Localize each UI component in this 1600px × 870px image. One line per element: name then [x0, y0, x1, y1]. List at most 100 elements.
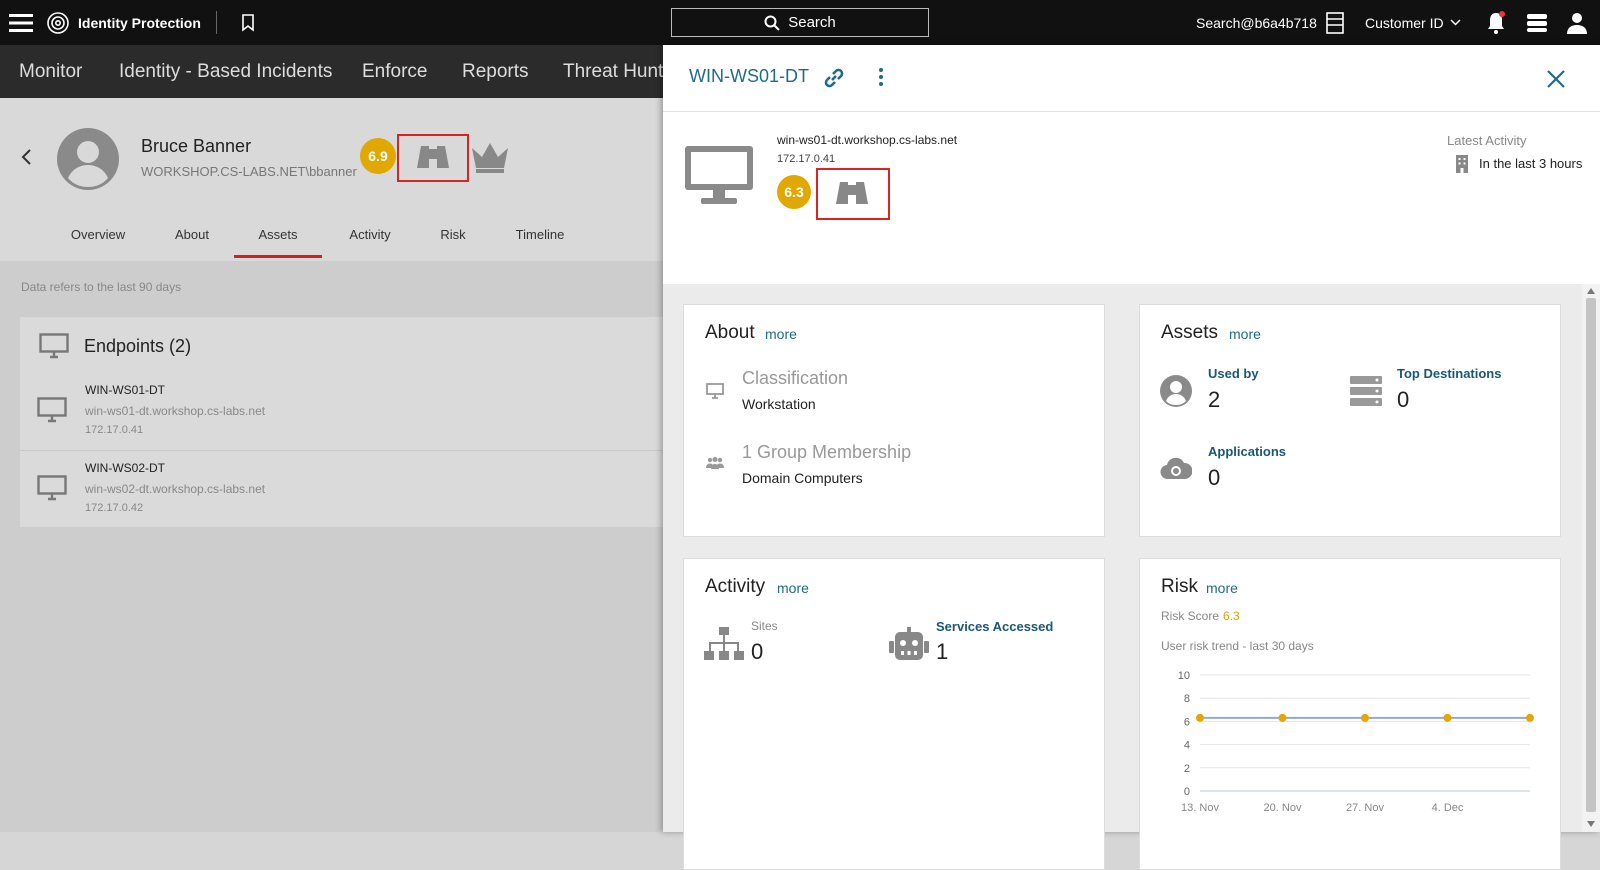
activity-card: Activity more Sites 0 Services Accessed … — [683, 558, 1105, 870]
endpoints-card: Endpoints (2) WIN-WS01-DT win-ws01-dt.wo… — [20, 317, 665, 527]
server-icon[interactable] — [1326, 0, 1344, 45]
sites-value: 0 — [751, 639, 764, 664]
risk-score-row: Risk Score 6.3 — [1161, 609, 1240, 623]
x-tick-label: 4. Dec — [1432, 802, 1464, 814]
nav-enforce[interactable]: Enforce — [362, 45, 427, 98]
search-button[interactable]: Search — [671, 8, 929, 37]
activity-more-link[interactable]: more — [777, 580, 809, 596]
assets-more-link[interactable]: more — [1229, 326, 1261, 342]
data-point — [1526, 713, 1534, 722]
tab-risk[interactable]: Risk — [430, 226, 476, 258]
server-stack-icon — [1350, 376, 1382, 406]
risk-more-link[interactable]: more — [1206, 580, 1238, 596]
risk-trend-chart: 0 2 4 6 8 10 13. Nov 20. Nov 27. Nov 4. Dec — [1178, 670, 1534, 814]
about-more-link[interactable]: more — [765, 326, 797, 342]
y-tick-label: 0 — [1184, 786, 1190, 798]
user-account-label[interactable]: Search@b6a4b718 — [1196, 0, 1317, 45]
fingerprint-logo-icon — [46, 0, 70, 45]
about-card: About more Classification Workstation 1 … — [683, 304, 1105, 537]
used-by-value: 2 — [1208, 387, 1221, 412]
list-item[interactable]: WIN-WS01-DT win-ws01-dt.workshop.cs-labs… — [20, 373, 665, 451]
y-tick-label: 6 — [1184, 716, 1190, 728]
panel-header: WIN-WS01-DT — [663, 45, 1600, 112]
endpoint-name: WIN-WS01-DT — [85, 383, 165, 397]
group-icon — [706, 457, 724, 469]
data-point — [1443, 713, 1452, 722]
endpoint-fqdn: win-ws01-dt.workshop.cs-labs.net — [777, 133, 958, 147]
panel-scrollbar[interactable] — [1582, 284, 1600, 832]
top-destinations-label[interactable]: Top Destinations — [1397, 366, 1501, 381]
services-accessed-label[interactable]: Services Accessed — [936, 619, 1053, 634]
scrollbar-thumb[interactable] — [1586, 298, 1596, 812]
monitor-icon — [706, 383, 724, 399]
chevron-down-icon — [1450, 19, 1461, 26]
more-vertical-icon[interactable] — [878, 67, 884, 87]
binoculars-icon[interactable] — [835, 178, 869, 208]
stack-icon[interactable] — [1526, 0, 1548, 45]
robot-icon — [889, 627, 929, 661]
bookmark-icon[interactable] — [241, 0, 255, 45]
sites-label: Sites — [751, 619, 778, 633]
nav-reports[interactable]: Reports — [462, 45, 529, 98]
monitor-icon — [37, 475, 67, 501]
tab-timeline[interactable]: Timeline — [510, 226, 570, 258]
risk-score-label: Risk Score — [1161, 609, 1220, 623]
search-icon — [764, 15, 780, 31]
y-tick-label: 4 — [1184, 740, 1190, 752]
crown-icon — [470, 140, 510, 174]
scroll-up-icon[interactable] — [1587, 288, 1595, 294]
x-tick-label: 13. Nov — [1181, 802, 1219, 814]
sitemap-icon — [704, 627, 744, 661]
group-membership-label: 1 Group Membership — [742, 442, 912, 462]
cloud-gear-icon — [1160, 455, 1192, 481]
bell-icon[interactable] — [1485, 0, 1507, 45]
user-circle-icon — [1160, 375, 1192, 407]
monitor-icon — [37, 397, 67, 423]
endpoint-ip: 172.17.0.41 — [85, 424, 144, 436]
latest-activity-label: Latest Activity — [1447, 133, 1527, 148]
profile-header: Bruce Banner WORKSHOP.CS-LABS.NET\bbanne… — [0, 98, 665, 261]
nav-monitor[interactable]: Monitor — [19, 45, 82, 98]
group-membership-value: Domain Computers — [742, 470, 863, 486]
monitor-icon — [39, 333, 69, 359]
data-note: Data refers to the last 90 days — [21, 280, 182, 294]
profile-name: Bruce Banner — [141, 136, 252, 156]
customer-id-dropdown[interactable]: Customer ID — [1365, 0, 1461, 45]
customer-id-label: Customer ID — [1365, 14, 1444, 31]
hamburger-menu-icon[interactable] — [9, 0, 33, 45]
activity-title: Activity — [705, 576, 766, 597]
risk-score-value: 6.3 — [1223, 609, 1240, 623]
tab-about[interactable]: About — [164, 226, 220, 258]
endpoint-name: WIN-WS02-DT — [85, 461, 165, 475]
nav-threat-hunt[interactable]: Threat Hunt — [563, 45, 663, 98]
applications-label[interactable]: Applications — [1208, 444, 1286, 459]
used-by-label[interactable]: Used by — [1208, 366, 1259, 381]
search-label: Search — [788, 14, 836, 31]
classification-label: Classification — [742, 368, 849, 388]
back-chevron-icon[interactable] — [20, 148, 32, 166]
endpoint-detail-panel: WIN-WS01-DT win-ws01-dt.workshop.cs-labs… — [663, 45, 1600, 870]
data-point — [1278, 713, 1287, 722]
endpoint-fqdn: win-ws02-dt.workshop.cs-labs.net — [85, 482, 266, 496]
tab-assets[interactable]: Assets — [234, 226, 322, 258]
tab-overview[interactable]: Overview — [60, 226, 136, 258]
endpoints-title: Endpoints (2) — [84, 336, 192, 356]
assets-title: Assets — [1161, 322, 1219, 343]
data-point — [1361, 713, 1369, 722]
app-title: Identity Protection — [78, 14, 201, 31]
avatar — [57, 128, 119, 190]
nav-identity-based-incidents[interactable]: Identity - Based Incidents — [119, 45, 332, 98]
link-icon[interactable] — [823, 67, 845, 89]
tab-activity[interactable]: Activity — [340, 226, 400, 258]
list-item[interactable]: WIN-WS02-DT win-ws02-dt.workshop.cs-labs… — [20, 451, 665, 529]
y-tick-label: 2 — [1184, 763, 1190, 775]
endpoint-summary: win-ws01-dt.workshop.cs-labs.net 172.17.… — [663, 112, 1600, 284]
user-profile-icon[interactable] — [1566, 0, 1588, 45]
binoculars-icon[interactable] — [416, 142, 450, 172]
panel-title: WIN-WS01-DT — [689, 66, 809, 86]
risk-title: Risk — [1161, 576, 1198, 597]
close-icon[interactable] — [1546, 69, 1566, 89]
scroll-down-icon[interactable] — [1587, 821, 1595, 827]
profile-account: WORKSHOP.CS-LABS.NET\bbanner — [141, 164, 357, 179]
data-point — [1196, 713, 1204, 722]
